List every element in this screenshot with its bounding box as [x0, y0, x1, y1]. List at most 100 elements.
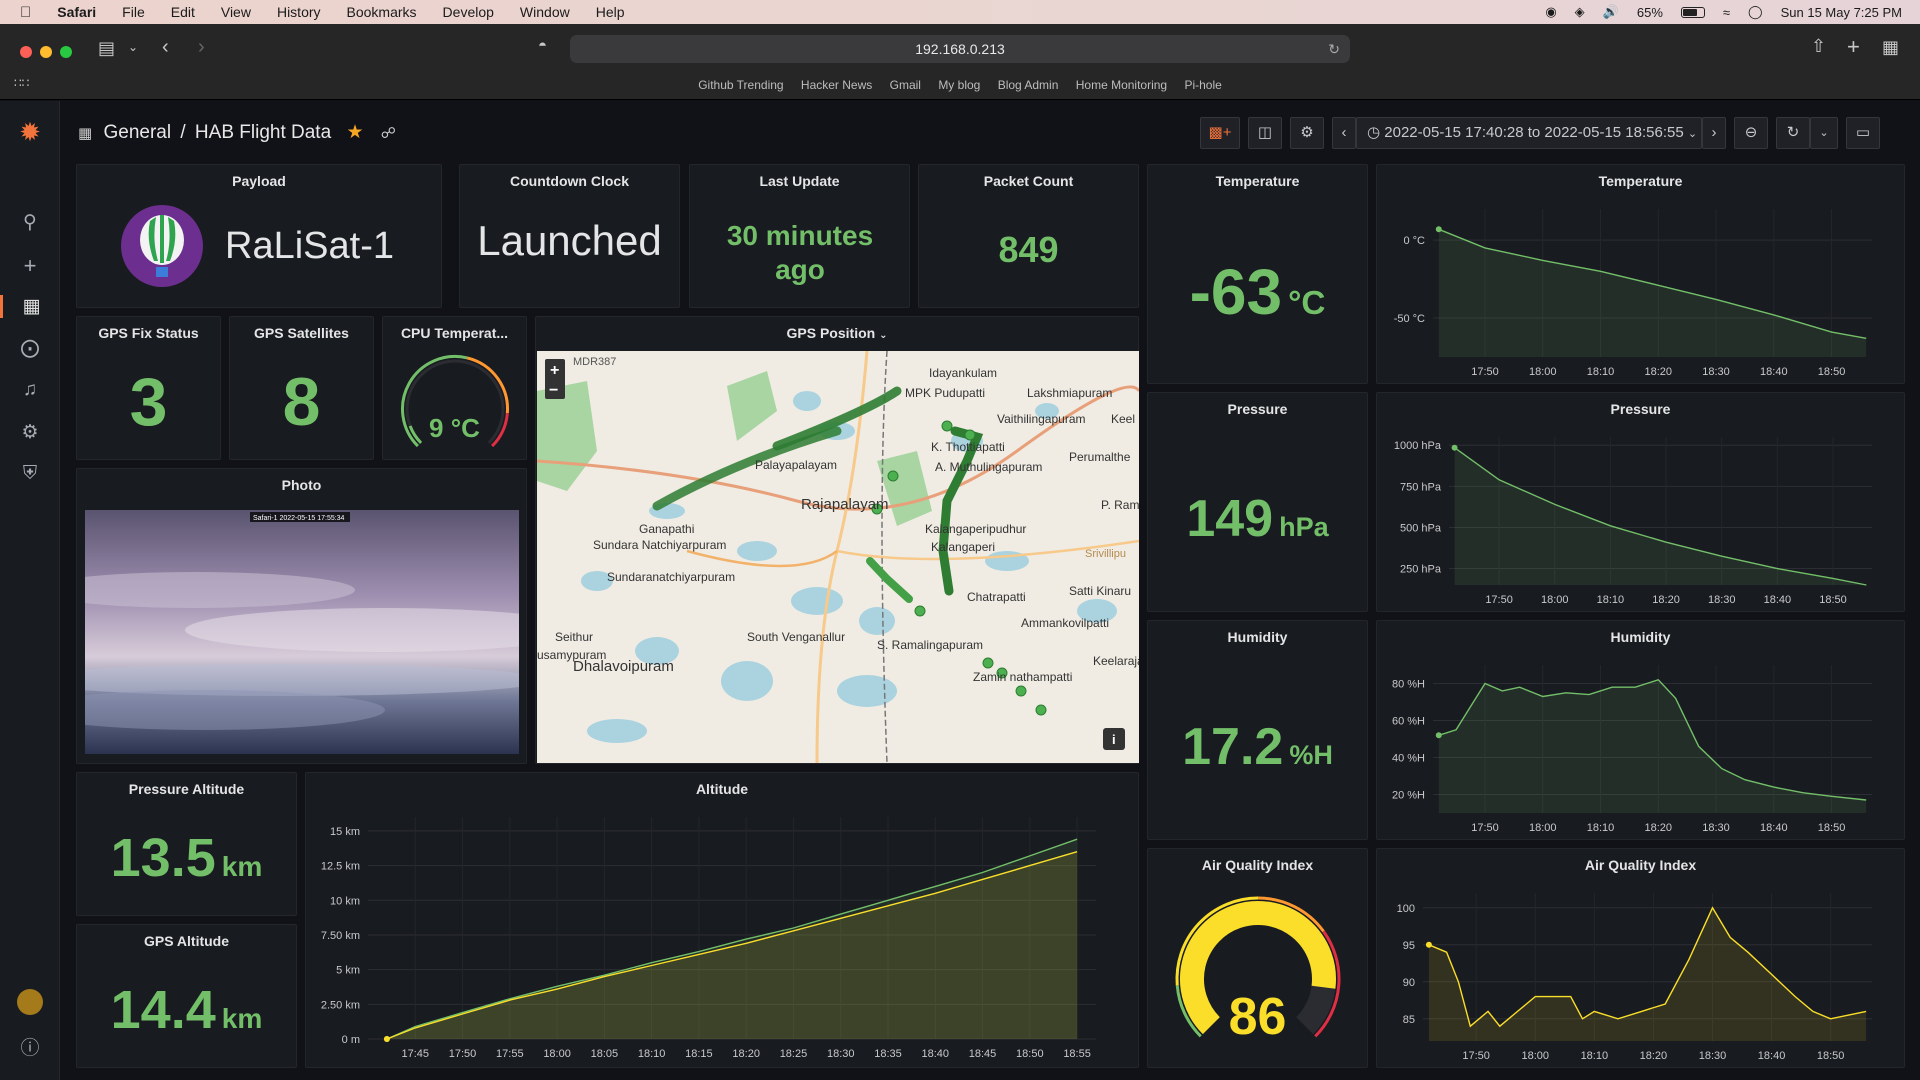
dashboards-icon[interactable]: ▦ — [0, 295, 60, 318]
share-dashboard-icon[interactable]: ☍ — [381, 125, 396, 142]
favorite-home-monitoring[interactable]: Home Monitoring — [1076, 78, 1167, 92]
explore-icon[interactable]: ⨀ — [0, 337, 60, 360]
server-admin-shield-icon[interactable]: ⛨ — [0, 463, 60, 485]
x-tick-label: 18:45 — [969, 1048, 997, 1060]
y-tick-label: 20 %H — [1392, 790, 1425, 802]
minimize-window-button[interactable] — [40, 46, 52, 58]
alerting-bell-icon[interactable]: ♫ — [0, 379, 60, 401]
wifi-icon[interactable]: ≈ — [1723, 5, 1730, 20]
favorite-hacker-news[interactable]: Hacker News — [801, 78, 872, 92]
gps-fix-panel: GPS Fix Status 3 — [76, 316, 221, 460]
time-shift-forward-icon[interactable]: › — [1702, 117, 1726, 149]
reload-icon[interactable]: ↻ — [1328, 35, 1340, 63]
address-bar[interactable]: 192.168.0.213 ↻ — [570, 35, 1350, 63]
countdown-value: Launched — [477, 217, 662, 264]
photo-caption: Safari-1 2022-05-15 17:55:34 — [253, 515, 345, 522]
map-info-label: i — [1112, 732, 1116, 747]
user-avatar[interactable] — [0, 989, 60, 1021]
menu-help[interactable]: Help — [596, 4, 625, 20]
menu-app-name[interactable]: Safari — [57, 4, 96, 20]
menu-history[interactable]: History — [277, 4, 321, 20]
favorite-github-trending[interactable]: Github Trending — [698, 78, 783, 92]
chevron-down-icon[interactable]: ⌄ — [128, 40, 138, 54]
menu-develop[interactable]: Develop — [443, 4, 494, 20]
status-icon[interactable]: ◉ — [1545, 4, 1556, 20]
tab-overview-icon[interactable]: ▦ — [1882, 37, 1899, 58]
favorites-bar: Github Trending Hacker News Gmail My blo… — [0, 78, 1920, 92]
share-icon[interactable]: ⇧ — [1811, 36, 1826, 57]
help-icon[interactable]: ⓘ — [0, 1033, 60, 1060]
dashboard-settings-icon[interactable]: ⚙ — [1290, 117, 1324, 149]
menubar-clock[interactable]: Sun 15 May 7:25 PM — [1781, 5, 1902, 20]
x-tick-label: 18:00 — [543, 1048, 571, 1060]
y-tick-label: 250 hPa — [1400, 564, 1442, 576]
new-tab-icon[interactable]: + — [1847, 34, 1860, 60]
temperature-chart: 0 °C -50 °C 17:50 18:00 18:10 18:20 18:30 18:40… — [1394, 209, 1872, 378]
add-panel-button[interactable]: ▩+ — [1200, 117, 1240, 149]
x-tick-label: 17:55 — [496, 1048, 524, 1060]
refresh-icon[interactable]: ↻ — [1776, 117, 1810, 149]
favorite-blog-admin[interactable]: Blog Admin — [998, 78, 1059, 92]
create-icon[interactable]: + — [0, 253, 60, 279]
panel-title[interactable]: GPS Position ⌄ — [536, 325, 1138, 341]
menu-file[interactable]: File — [122, 4, 145, 20]
save-dashboard-icon[interactable]: ◫ — [1248, 117, 1282, 149]
favorite-gmail[interactable]: Gmail — [890, 78, 921, 92]
menu-edit[interactable]: Edit — [171, 4, 195, 20]
shield-status-icon[interactable]: ◈ — [1575, 4, 1585, 20]
zoom-window-button[interactable] — [60, 46, 72, 58]
gps-position-panel: GPS Position ⌄ MDR387 Idayankulam MPK Pu — [535, 316, 1139, 764]
star-icon[interactable]: ★ — [346, 122, 363, 143]
y-tick-label: 95 — [1403, 940, 1415, 952]
sidebar-toggle-icon[interactable]: ▤ — [98, 38, 115, 59]
gps-satellites-value: 8 — [282, 364, 321, 440]
menu-view[interactable]: View — [221, 4, 251, 20]
dashboard-title[interactable]: HAB Flight Data — [195, 122, 331, 143]
y-tick-label: 750 hPa — [1400, 481, 1442, 493]
map-label: Perumalthe — [1069, 450, 1131, 464]
panel-title: GPS Altitude — [143, 933, 230, 949]
map-zoom-in-button[interactable]: + — [550, 362, 559, 379]
menu-bookmarks[interactable]: Bookmarks — [347, 4, 417, 20]
favorite-my-blog[interactable]: My blog — [938, 78, 980, 92]
favorite-pi-hole[interactable]: Pi-hole — [1184, 78, 1221, 92]
time-shift-back-icon[interactable]: ‹ — [1332, 117, 1356, 149]
map-zoom-control[interactable]: + − — [545, 359, 565, 399]
cpu-temperature-value: 9 °C — [383, 413, 526, 444]
close-window-button[interactable] — [20, 46, 32, 58]
tv-mode-icon[interactable]: ▭ — [1846, 117, 1880, 149]
battery-icon[interactable] — [1680, 6, 1705, 18]
map-zoom-out-button[interactable]: − — [549, 382, 558, 399]
x-tick-label: 18:15 — [685, 1048, 713, 1060]
configuration-gear-icon[interactable]: ⚙ — [0, 421, 60, 444]
panel-title: Pressure — [1227, 401, 1288, 417]
pressure-altitude-panel: Pressure Altitude 13.5 km — [76, 772, 297, 916]
time-picker[interactable]: ◷ 2022-05-15 17:40:28 to 2022-05-15 18:5… — [1356, 117, 1702, 149]
forward-icon[interactable]: › — [198, 36, 205, 59]
back-icon[interactable]: ‹ — [162, 36, 169, 59]
x-tick-label: 18:50 — [1818, 822, 1846, 834]
privacy-shield-icon[interactable]: ◓ — [538, 37, 547, 54]
x-tick-label: 18:30 — [1702, 366, 1730, 378]
grafana-logo-icon[interactable]: ✹ — [0, 117, 60, 148]
volume-icon[interactable]: 🔊 — [1603, 4, 1619, 20]
y-tick-label: 1000 hPa — [1394, 440, 1442, 452]
y-tick-label: 2.50 km — [321, 999, 360, 1011]
x-tick-label: 18:00 — [1529, 366, 1557, 378]
apple-icon[interactable]:  — [20, 4, 31, 21]
zoom-out-icon[interactable]: ⊖ — [1734, 117, 1768, 149]
last-update-panel: Last Update 30 minutes ago — [689, 164, 910, 308]
aqi-chart-panel: Air Quality Index 100 95 90 85 17:50 18:00 18:… — [1376, 848, 1905, 1068]
map-label: Kalangaperi — [931, 540, 995, 554]
search-icon[interactable]: ⚲ — [0, 211, 60, 234]
menu-window[interactable]: Window — [520, 4, 570, 20]
control-center-icon[interactable]: ◯ — [1748, 4, 1763, 20]
gps-map[interactable]: MDR387 Idayankulam MPK Pudupatti Lakshmi… — [537, 351, 1139, 763]
breadcrumb-folder[interactable]: General — [103, 122, 171, 143]
x-tick-label: 18:50 — [1819, 594, 1847, 606]
cpu-temperature-gauge — [401, 355, 509, 448]
x-tick-label: 18:30 — [1699, 1050, 1727, 1062]
refresh-interval-dropdown[interactable]: ⌄ — [1810, 117, 1838, 149]
x-tick-label: 17:45 — [402, 1048, 430, 1060]
battery-percent[interactable]: 65% — [1637, 5, 1663, 20]
